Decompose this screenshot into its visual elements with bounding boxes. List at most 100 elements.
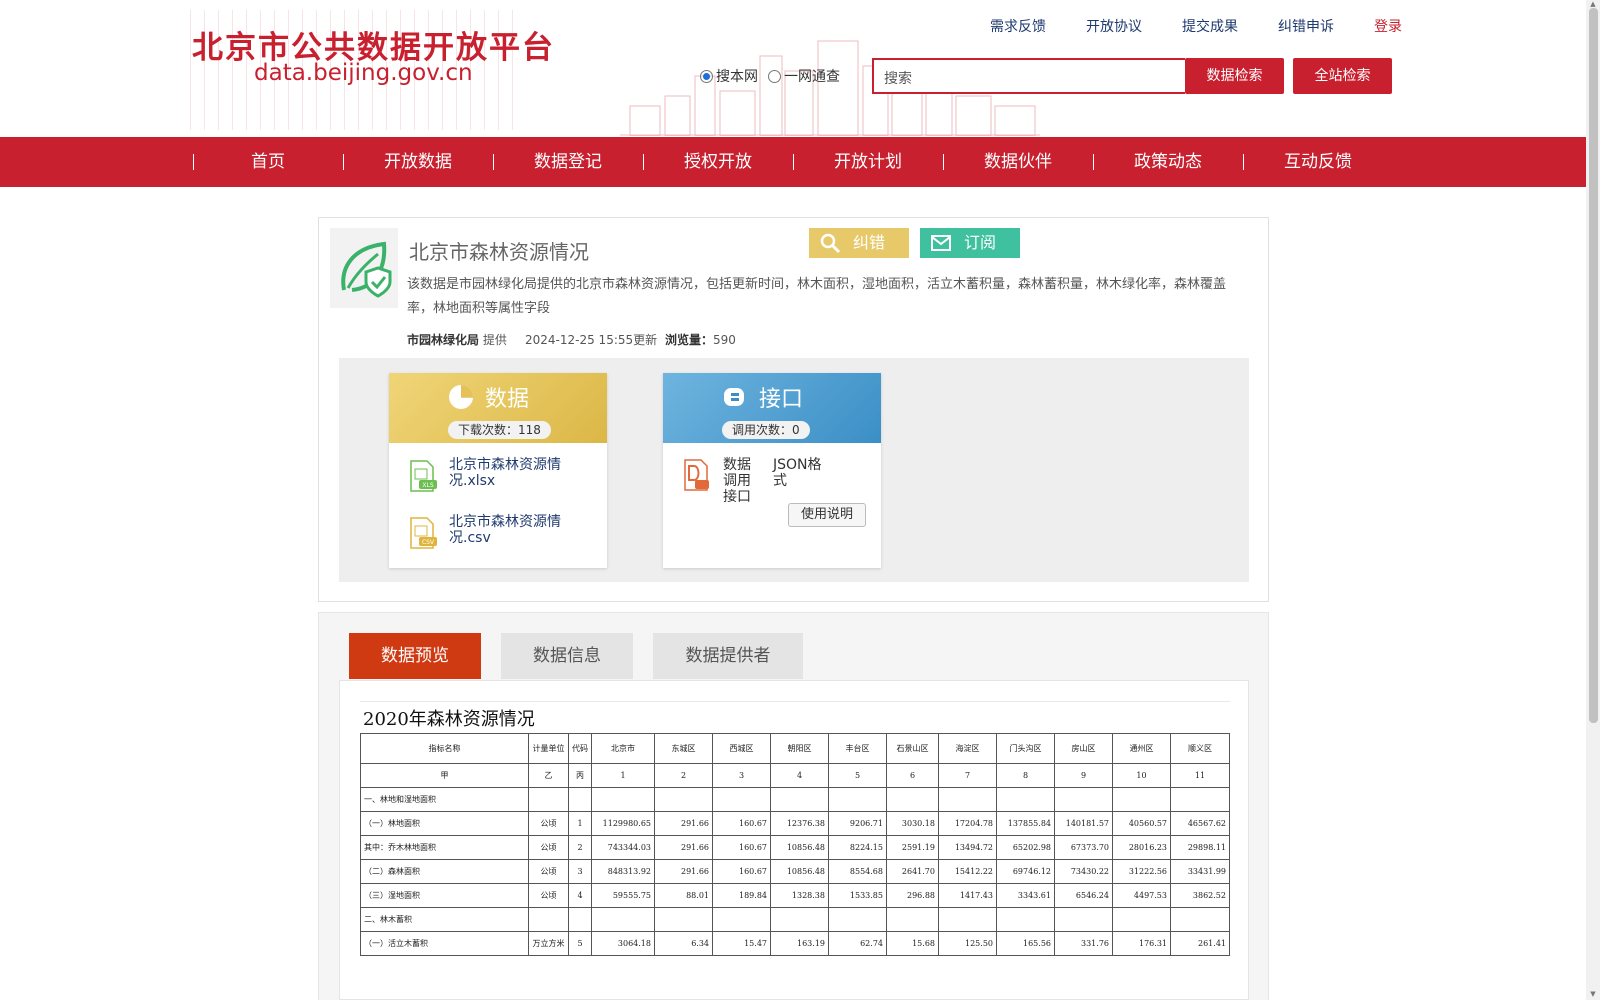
radio-one-network-label[interactable]: 一网通查 (784, 66, 840, 86)
sheet-value-cell: 10856.48 (770, 859, 829, 884)
sheet-value-cell: 291.66 (654, 859, 713, 884)
sheet-value-cell: 3343.61 (996, 883, 1055, 908)
sheet-row-unit: 公顷 (528, 811, 569, 836)
nav-item-policy-news[interactable]: 政策动态 (1093, 137, 1243, 187)
provider-name[interactable]: 市园林绿化局 (407, 333, 479, 347)
sheet-header-cell: 海淀区 (938, 733, 997, 764)
radio-one-network[interactable] (768, 69, 781, 83)
sheet-value-cell (1112, 907, 1171, 932)
sheet-value-cell: 296.88 (886, 883, 939, 908)
sheet-row-name: （一）活立木蓄积 (360, 931, 529, 956)
sheet-value-cell: 1129980.65 (591, 811, 655, 836)
data-box-header: 数据 下载次数：118 (389, 373, 607, 443)
sheet-value-cell: 28016.23 (1112, 835, 1171, 860)
sheet-value-cell: 3064.18 (591, 931, 655, 956)
sheet-value-cell (712, 907, 771, 932)
sheet-row-code: 2 (568, 835, 592, 860)
sheet-value-cell: 62.74 (828, 931, 887, 956)
sheet-value-cell: 160.67 (712, 859, 771, 884)
radio-this-site[interactable] (700, 69, 713, 83)
file-csv[interactable]: CSV 北京市森林资源情况.csv (407, 514, 597, 554)
nav-item-authorized-open[interactable]: 授权开放 (643, 137, 793, 187)
sheet-value-cell: 8554.68 (828, 859, 887, 884)
nav-item-open-plan[interactable]: 开放计划 (793, 137, 943, 187)
sheet-index-cell: 8 (996, 763, 1055, 788)
sheet-value-cell: 1417.43 (938, 883, 997, 908)
nav-item-interactive-feedback[interactable]: 互动反馈 (1243, 137, 1393, 187)
sheet-value-cell (1112, 787, 1171, 812)
api-name[interactable]: 数据调用接口 (723, 457, 763, 505)
sheet-index-cell: 9 (1054, 763, 1113, 788)
csv-file-icon: CSV (410, 517, 437, 549)
nav-item-data-registration[interactable]: 数据登记 (493, 137, 643, 187)
sheet-value-cell: 31222.56 (1112, 859, 1171, 884)
preview-sheet-title: 2020年森林资源情况 (363, 709, 535, 730)
sheet-value-cell (770, 907, 829, 932)
sheet-data-row: 一、林地和湿地面积 (360, 787, 1230, 812)
sheet-value-cell: 3862.52 (1170, 883, 1230, 908)
sheet-header-cell: 东城区 (654, 733, 713, 764)
nav-item-home[interactable]: 首页 (193, 137, 343, 187)
sheet-value-cell (828, 787, 887, 812)
api-box-header: 接口 调用次数：0 (663, 373, 881, 443)
sheet-value-cell: 6546.24 (1054, 883, 1113, 908)
sheet-value-cell (654, 907, 713, 932)
search-input[interactable]: 搜索 (872, 58, 1185, 94)
tab-data-provider[interactable]: 数据提供者 (653, 633, 803, 679)
pie-chart-icon (449, 385, 473, 409)
nav-item-data-partners[interactable]: 数据伙伴 (943, 137, 1093, 187)
login-link[interactable]: 登录 (1374, 16, 1402, 36)
sheet-index-cell: 4 (770, 763, 829, 788)
download-count: 下载次数：118 (448, 421, 551, 439)
site-search-button[interactable]: 全站检索 (1293, 58, 1392, 94)
site-logo-url[interactable]: data.beijing.gov.cn (254, 60, 473, 86)
sheet-value-cell: 15412.22 (938, 859, 997, 884)
sheet-header-cell: 代码 (568, 733, 592, 764)
page: 北京市公共数据开放平台 data.beijing.gov.cn 需求反馈 开放协… (0, 0, 1600, 1000)
data-search-button[interactable]: 数据检索 (1185, 58, 1284, 94)
sheet-value-cell: 4497.53 (1112, 883, 1171, 908)
sheet-row-unit: 公顷 (528, 835, 569, 860)
svg-text:XLS: XLS (422, 482, 433, 489)
nav-item-open-data[interactable]: 开放数据 (343, 137, 493, 187)
file-xlsx[interactable]: XLS 北京市森林资源情况.xlsx (407, 457, 597, 497)
sheet-value-cell: 8224.15 (828, 835, 887, 860)
sheet-value-cell: 163.19 (770, 931, 829, 956)
tab-data-preview[interactable]: 数据预览 (349, 633, 481, 679)
scroll-up-arrow-icon[interactable]: ▲ (1588, 0, 1598, 8)
usage-instructions-button[interactable]: 使用说明 (788, 503, 866, 527)
sheet-index-row: 甲乙丙 1 2 3 4 5 6 7 8 9 10 11 (360, 763, 1230, 788)
scroll-down-arrow-icon[interactable]: ▼ (1588, 990, 1598, 998)
magnifier-icon (820, 233, 841, 254)
scrollbar-thumb[interactable] (1589, 8, 1598, 723)
sheet-row-name: （三）湿地面积 (360, 883, 529, 908)
sheet-header-cell: 指标名称 (360, 733, 529, 764)
sheet-value-cell (654, 787, 713, 812)
sheet-value-cell (712, 787, 771, 812)
sheet-value-cell (938, 787, 997, 812)
file-csv-name[interactable]: 北京市森林资源情况.csv (449, 514, 589, 546)
file-xlsx-name[interactable]: 北京市森林资源情况.xlsx (449, 457, 589, 489)
report-error-button[interactable]: 纠错 (809, 228, 909, 258)
subscribe-button[interactable]: 订阅 (920, 228, 1020, 258)
sheet-value-cell: 261.41 (1170, 931, 1230, 956)
sheet-index-cell: 乙 (528, 763, 569, 788)
dataset-title: 北京市森林资源情况 (409, 240, 589, 264)
top-link-demand-feedback[interactable]: 需求反馈 (990, 16, 1046, 36)
sheet-value-cell (938, 907, 997, 932)
sheet-header-cell: 门头沟区 (996, 733, 1055, 764)
sheet-value-cell (1170, 787, 1230, 812)
top-link-open-agreement[interactable]: 开放协议 (1086, 16, 1142, 36)
dataset-updated: 2024-12-25 15:55更新 (525, 333, 658, 347)
sheet-value-cell: 1533.85 (828, 883, 887, 908)
sheet-value-cell: 67373.70 (1054, 835, 1113, 860)
sheet-header-row: 指标名称 计量单位 代码 北京市 东城区 西城区 朝阳区 丰台区 石景山区 海淀区 门头沟区 房山区通… (360, 733, 1230, 764)
top-link-error-appeal[interactable]: 纠错申诉 (1278, 16, 1334, 36)
top-link-submit-results[interactable]: 提交成果 (1182, 16, 1238, 36)
sheet-value-cell: 1328.38 (770, 883, 829, 908)
sheet-value-cell: 69746.12 (996, 859, 1055, 884)
sheet-value-cell: 2641.70 (886, 859, 939, 884)
sheet-value-cell: 6.34 (654, 931, 713, 956)
tab-data-info[interactable]: 数据信息 (501, 633, 633, 679)
radio-this-site-label[interactable]: 搜本网 (716, 66, 758, 86)
